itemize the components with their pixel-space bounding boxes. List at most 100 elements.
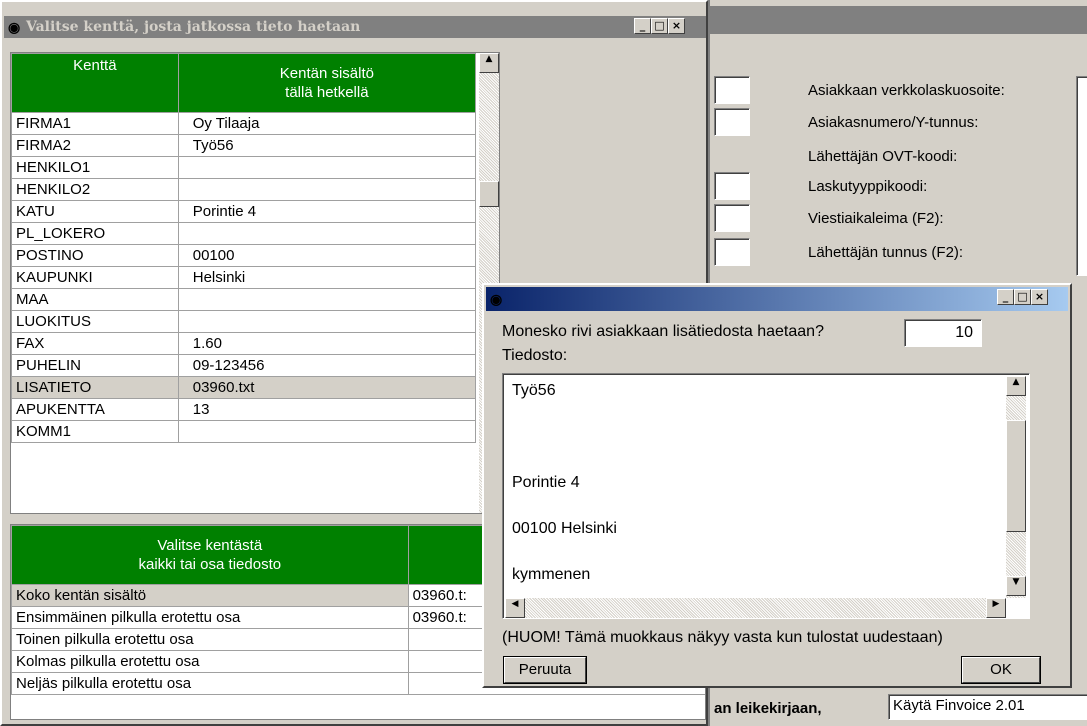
table-row[interactable]: LUOKITUS — [11, 310, 477, 333]
scroll-thumb[interactable] — [479, 181, 499, 207]
background-titlebar — [710, 6, 1087, 34]
row-dialog: ◉ _ □ × Monesko rivi asiakkaan lisätiedo… — [482, 283, 1072, 688]
minimize-button[interactable]: _ — [634, 18, 651, 34]
file-line: Työ56 — [512, 382, 556, 399]
field-name-cell[interactable]: FAX — [11, 332, 179, 355]
field-value-cell[interactable]: 03960.txt — [177, 376, 477, 399]
table-row[interactable]: PL_LOKERO — [11, 222, 477, 245]
field-value-cell[interactable] — [177, 420, 477, 443]
verkkolaskuosoite-field[interactable] — [714, 76, 750, 104]
field-name-cell[interactable]: FIRMA1 — [11, 112, 179, 135]
table-row[interactable]: MAA — [11, 288, 477, 311]
field-value-cell[interactable]: Työ56 — [177, 134, 477, 157]
field-value-cell[interactable]: 13 — [177, 398, 477, 421]
file-vscrollbar[interactable]: ▲ ▼ — [1006, 376, 1026, 598]
part-header: Valitse kentästä kaikki tai osa tiedosto — [11, 525, 409, 585]
field-window-titlebar: ◉ Valitse kenttä, josta jatkossa tieto h… — [4, 16, 706, 38]
dialog-titlebar: ◉ _ □ × — [486, 287, 1068, 311]
field-value-cell[interactable] — [177, 288, 477, 311]
table-row[interactable]: FIRMA2 Työ56 — [11, 134, 477, 157]
field-value-cell[interactable]: 00100 — [177, 244, 477, 267]
part-label-cell[interactable]: Kolmas pilkulla erotettu osa — [11, 650, 409, 673]
viestiaikaleima-field[interactable] — [714, 204, 750, 232]
file-content: Työ56 Porintie 4 00100 Helsinki kymmenen — [512, 382, 1002, 612]
table-row[interactable]: POSTINO 00100 — [11, 244, 477, 267]
field-value-cell[interactable]: 09-123456 — [177, 354, 477, 377]
table-row[interactable]: HENKILO2 — [11, 178, 477, 201]
ok-button[interactable]: OK — [961, 656, 1041, 684]
file-scroll-down-button[interactable]: ▼ — [1006, 576, 1026, 596]
file-label: Tiedosto: — [502, 347, 568, 364]
field-name-cell[interactable]: KATU — [11, 200, 179, 223]
field-name-cell[interactable]: LUOKITUS — [11, 310, 179, 333]
field-value-cell[interactable] — [177, 156, 477, 179]
file-line: 00100 Helsinki — [512, 520, 617, 537]
form-label-viestiaikaleima: Viestiaikaleima (F2): — [808, 210, 944, 227]
field-name-cell[interactable]: HENKILO1 — [11, 156, 179, 179]
form-label-lahettajan-tunnus: Lähettäjän tunnus (F2): — [808, 244, 964, 261]
field-name-cell[interactable]: FIRMA2 — [11, 134, 179, 157]
part-label-cell[interactable]: Toinen pilkulla erotettu osa — [11, 628, 409, 651]
field-value-cell[interactable]: 1.60 — [177, 332, 477, 355]
table-row[interactable]: KOMM1 — [11, 420, 477, 443]
field-name-cell[interactable]: HENKILO2 — [11, 178, 179, 201]
field-value-cell[interactable]: Helsinki — [177, 266, 477, 289]
row-question-label: Monesko rivi asiakkaan lisätiedosta haet… — [502, 323, 824, 340]
eye-icon: ◉ — [8, 19, 21, 35]
scroll-up-button[interactable]: ▲ — [479, 53, 499, 73]
form-label-verkkolaskuosoite: Asiakkaan verkkolaskuosoite: — [808, 82, 1005, 99]
file-hscrollbar[interactable]: ◀ ▶ — [505, 598, 1006, 618]
field-name-cell[interactable]: LISATIETO — [11, 376, 179, 399]
table-row[interactable]: FAX 1.60 — [11, 332, 477, 355]
field-name-cell[interactable]: KAUPUNKI — [11, 266, 179, 289]
file-line: Porintie 4 — [512, 474, 580, 491]
col-header-field[interactable]: Kenttä — [11, 53, 179, 113]
file-scroll-up-button[interactable]: ▲ — [1006, 376, 1026, 396]
table-row[interactable]: HENKILO1 — [11, 156, 477, 179]
field-name-cell[interactable]: PUHELIN — [11, 354, 179, 377]
file-scroll-left-button[interactable]: ◀ — [505, 598, 525, 618]
maximize-button[interactable]: □ — [651, 18, 668, 34]
finvoice-select[interactable]: Käytä Finvoice 2.01 — [888, 694, 1087, 720]
asiakasnumero-field[interactable] — [714, 108, 750, 136]
right-edge-fields[interactable] — [1076, 76, 1087, 276]
dialog-maximize-button[interactable]: □ — [1014, 289, 1031, 305]
table-row[interactable]: PUHELIN 09-123456 — [11, 354, 477, 377]
table-row[interactable]: FIRMA1 Oy Tilaaja — [11, 112, 477, 135]
table-row[interactable]: KATU Porintie 4 — [11, 200, 477, 223]
field-value-cell[interactable] — [177, 178, 477, 201]
form-label-ovt-koodi: Lähettäjän OVT-koodi: — [808, 148, 958, 165]
table-row[interactable]: LISATIETO 03960.txt — [11, 376, 477, 399]
file-scroll-thumb[interactable] — [1006, 420, 1026, 532]
file-line — [512, 428, 1002, 474]
field-value-cell[interactable] — [177, 310, 477, 333]
part-label-cell[interactable]: Neljäs pilkulla erotettu osa — [11, 672, 409, 695]
field-name-cell[interactable]: PL_LOKERO — [11, 222, 179, 245]
row-number-input[interactable]: 10 — [904, 319, 982, 347]
table-row[interactable]: APUKENTTA 13 — [11, 398, 477, 421]
part-label-cell[interactable]: Ensimmäinen pilkulla erotettu osa — [11, 606, 409, 629]
part-label-cell[interactable]: Koko kentän sisältö — [11, 584, 409, 607]
field-value-cell[interactable] — [177, 222, 477, 245]
cancel-button[interactable]: Peruuta — [503, 656, 587, 684]
col-header-content[interactable]: Kentän sisältö tällä hetkellä — [177, 53, 477, 113]
field-name-cell[interactable]: MAA — [11, 288, 179, 311]
field-value-cell[interactable]: Porintie 4 — [177, 200, 477, 223]
field-value-cell[interactable]: Oy Tilaaja — [177, 112, 477, 135]
dialog-close-button[interactable]: × — [1031, 289, 1048, 305]
table-row[interactable]: KAUPUNKI Helsinki — [11, 266, 477, 289]
field-name-cell[interactable]: POSTINO — [11, 244, 179, 267]
eye-icon: ◉ — [490, 291, 503, 307]
finvoice-select-value: Käytä Finvoice 2.01 — [893, 697, 1025, 714]
ok-button-label: OK — [990, 661, 1012, 678]
field-name-cell[interactable]: APUKENTTA — [11, 398, 179, 421]
dialog-minimize-button[interactable]: _ — [997, 289, 1014, 305]
file-scroll-right-button[interactable]: ▶ — [986, 598, 1006, 618]
lahettajan-tunnus-field[interactable] — [714, 238, 750, 266]
form-label-laskutyyppikoodi: Laskutyyppikoodi: — [808, 178, 928, 195]
file-textarea[interactable]: Työ56 Porintie 4 00100 Helsinki kymmenen ▲ … — [502, 373, 1030, 619]
cancel-button-label: Peruuta — [518, 661, 572, 678]
close-button[interactable]: × — [668, 18, 685, 34]
laskutyyppikoodi-field[interactable] — [714, 172, 750, 200]
field-name-cell[interactable]: KOMM1 — [11, 420, 179, 443]
